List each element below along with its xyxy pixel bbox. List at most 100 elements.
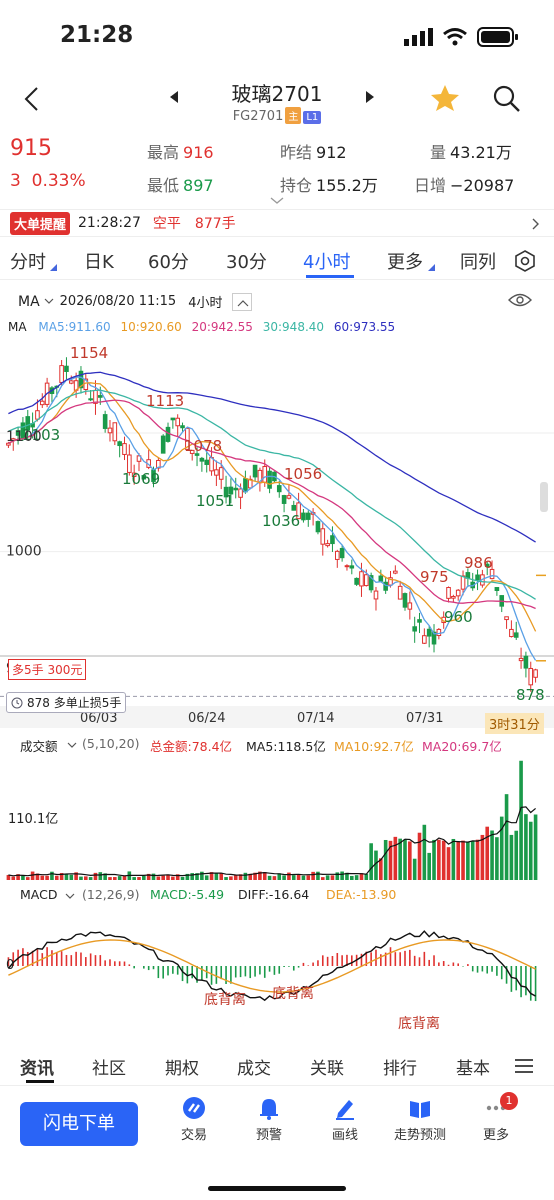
volume-params: (5,10,20): [82, 736, 140, 751]
tab-daily[interactable]: 日K: [84, 248, 114, 274]
candle-body: [267, 470, 272, 489]
tab-4hour[interactable]: 4小时: [303, 248, 350, 274]
bottom-toolbar: 闪电下单 交易 预警 画线 走势预测 更多 1: [0, 1090, 554, 1170]
volume-bar: [200, 871, 204, 880]
candle-body: [494, 587, 500, 591]
tab-fenshi[interactable]: 分时: [10, 248, 46, 274]
candle-body: [523, 655, 529, 669]
volume-bar: [393, 836, 398, 880]
last-price: 915: [10, 136, 52, 161]
flash-order-button[interactable]: 闪电下单: [20, 1102, 138, 1146]
divergence-label: 底背离: [272, 985, 314, 1002]
volume-bar: [272, 876, 277, 880]
star-icon[interactable]: [430, 84, 460, 112]
tab-related[interactable]: 关联: [310, 1054, 344, 1079]
volume-bar: [229, 876, 233, 880]
tab-community[interactable]: 社区: [92, 1054, 126, 1079]
price-annotation: 975: [420, 568, 449, 586]
price-annotation: 1056: [284, 465, 322, 483]
collapse-button[interactable]: [232, 292, 253, 311]
candle-body: [373, 590, 379, 600]
candle-body: [291, 504, 297, 511]
candle-body: [349, 565, 355, 569]
search-icon[interactable]: [492, 84, 522, 114]
eye-icon[interactable]: [508, 292, 532, 308]
draw-button[interactable]: 画线: [315, 1096, 375, 1143]
tab-trades[interactable]: 成交: [237, 1054, 271, 1079]
ma10-value: 10:920.60: [120, 320, 182, 334]
volume-bar: [171, 876, 175, 880]
volume-chart[interactable]: [0, 752, 554, 882]
chart-datetime: 2026/08/20 11:15: [59, 294, 177, 309]
volume-bar: [296, 874, 301, 880]
ma-indicator[interactable]: MA: [18, 294, 40, 310]
volume-bar: [21, 875, 25, 880]
tab-30min[interactable]: 30分: [226, 248, 267, 274]
candle-body: [218, 467, 224, 480]
prev-value: 912: [316, 143, 347, 162]
volume-bar: [287, 872, 291, 880]
trade-button[interactable]: 交易: [164, 1096, 224, 1143]
tab-fundamentals[interactable]: 基本: [456, 1054, 490, 1079]
candle-body: [397, 585, 403, 600]
volume-bar: [456, 841, 460, 880]
next-contract-icon[interactable]: [364, 90, 376, 104]
page-title: 玻璃2701: [231, 82, 323, 106]
candle-body: [407, 602, 413, 610]
candle-body: [393, 570, 398, 574]
volume-bar: [504, 794, 509, 880]
volume-bar: [379, 858, 383, 880]
macd-chevron-icon: [65, 893, 75, 899]
forecast-button[interactable]: 走势预测: [390, 1096, 450, 1143]
tab-60min[interactable]: 60分: [148, 248, 189, 274]
info-tabs: 资讯 社区 期权 成交 关联 排行 基本: [0, 1044, 554, 1086]
header: 玻璃2701 FG2701 主 L1: [0, 72, 554, 128]
volume-bar: [316, 871, 320, 880]
divergence-label: 底背离: [398, 1015, 440, 1032]
daily-value: −20987: [450, 176, 515, 195]
period-tabs: 分时 日K 60分 30分 4小时 更多 同列: [0, 242, 554, 280]
volume-bar: [330, 875, 335, 880]
volume-bar: [509, 834, 514, 880]
tab-dropdown-icon: [50, 264, 57, 271]
macd-label[interactable]: MACD: [20, 887, 57, 902]
candle-body: [455, 589, 461, 597]
tab-options[interactable]: 期权: [165, 1054, 199, 1079]
candle-body: [528, 667, 534, 686]
menu-icon[interactable]: [514, 1058, 534, 1074]
tab-news[interactable]: 资讯: [20, 1054, 54, 1079]
volume-bar: [291, 875, 296, 880]
volume-bar: [325, 875, 330, 880]
wifi-icon: [443, 28, 467, 46]
position-label[interactable]: 多5手 300元: [8, 659, 87, 680]
candle-body: [426, 628, 432, 637]
more-label: 更多: [482, 1128, 509, 1143]
volume-bar: [485, 826, 490, 880]
chart-period: 4小时: [188, 296, 223, 311]
price-axis-label: 1000: [6, 544, 42, 560]
tab-peer[interactable]: 同列: [460, 248, 496, 274]
macd-chart[interactable]: 底背离 底背离底背离: [0, 904, 554, 1038]
expand-icon[interactable]: [270, 197, 284, 205]
volume-bar: [320, 877, 325, 880]
volume-bar: [354, 875, 359, 880]
volume-bar: [383, 839, 388, 880]
price-change: 3 0.33%: [10, 171, 86, 191]
tab-ranking[interactable]: 排行: [383, 1054, 417, 1079]
volume-bar: [267, 875, 272, 880]
high-label: 最高: [147, 143, 180, 162]
candle-body: [334, 550, 340, 560]
candle-body: [281, 495, 287, 504]
alert-button[interactable]: 预警: [239, 1096, 299, 1143]
volume-bar: [306, 875, 311, 880]
candle-body: [35, 410, 40, 420]
stop-loss-label[interactable]: 878 多单止损5手: [6, 692, 127, 713]
candle-body: [39, 400, 45, 406]
volume-bar: [233, 875, 238, 880]
tab-more[interactable]: 更多: [387, 248, 423, 274]
date-axis-label: 06/03: [80, 711, 117, 726]
candle-body: [276, 485, 282, 493]
volume-bar: [79, 876, 83, 880]
settings-icon[interactable]: [514, 250, 536, 272]
big-order-alert[interactable]: 大单提醒 21:28:27 空平 877手: [0, 209, 554, 237]
